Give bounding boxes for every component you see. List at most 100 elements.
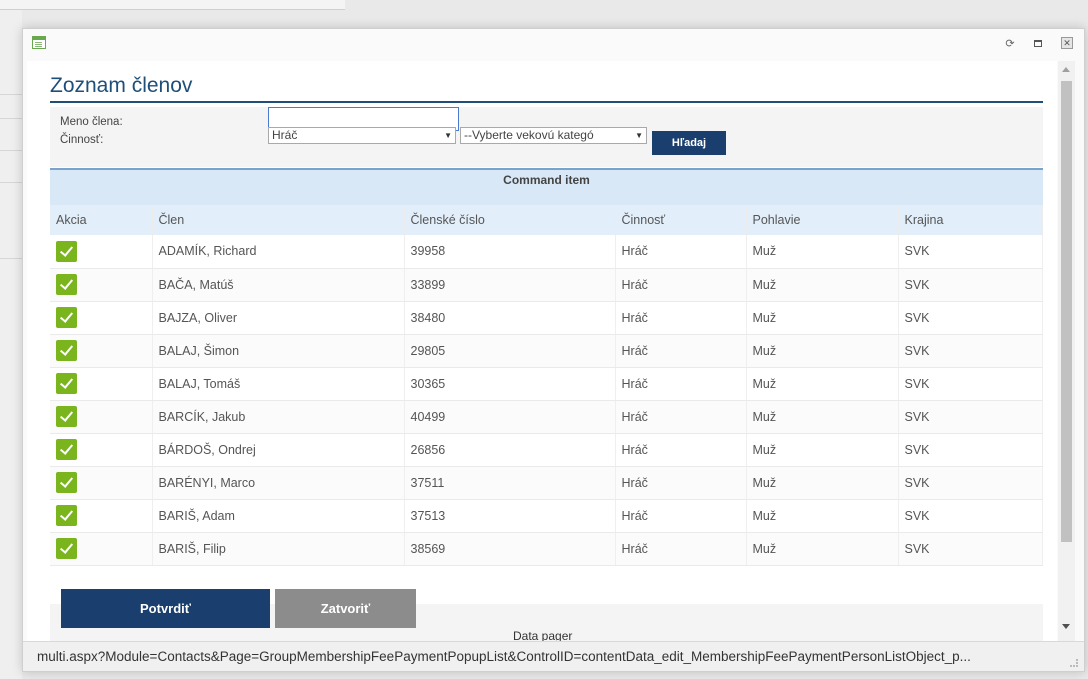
gender-cell: Muž [746,466,899,500]
member-number-cell: 37511 [404,466,616,500]
column-header-clen[interactable]: Člen [152,205,405,235]
activity-cell: Hráč [615,367,747,401]
gender-cell: Muž [746,334,899,368]
age-category-select[interactable]: --Vyberte vekovú kategó ▼ [460,127,647,144]
row-action-cell [50,301,153,335]
activity-select-value: Hráč [272,128,298,142]
table-row: BARÉNYI, Marco 37511 Hráč Muž SVK [50,466,1043,500]
activity-cell: Hráč [615,235,747,269]
activity-cell: Hráč [615,301,747,335]
popup-titlebar: ⟳ ✕ [23,29,1084,61]
search-button[interactable]: Hľadaj [652,131,726,155]
maximize-icon[interactable] [1031,37,1045,51]
activity-cell: Hráč [615,268,747,302]
filter-panel: Meno člena: Činnosť: Hráč ▼ --Vyberte ve… [50,107,1043,167]
confirm-button[interactable]: Potvrdiť [61,589,270,628]
table-row: BARIŠ, Filip 38569 Hráč Muž SVK [50,532,1043,566]
checkbox-checked-icon[interactable] [56,406,77,427]
data-pager-label: Data pager [513,629,573,641]
checkbox-checked-icon[interactable] [56,340,77,361]
reload-icon[interactable]: ⟳ [1003,37,1017,51]
member-number-cell: 29805 [404,334,616,368]
member-number-cell: 26856 [404,433,616,467]
members-table: Akcia Člen Členské číslo Činnosť Pohlavi… [50,205,1043,566]
checkbox-checked-icon[interactable] [56,472,77,493]
gender-cell: Muž [746,532,899,566]
background-app-sidebar [0,10,22,679]
row-action-cell [50,400,153,434]
member-name-cell: ADAMÍK, Richard [152,235,405,269]
checkbox-checked-icon[interactable] [56,505,77,526]
table-header-row: Akcia Člen Členské číslo Činnosť Pohlavi… [50,205,1043,235]
activity-cell: Hráč [615,334,747,368]
checkbox-checked-icon[interactable] [56,307,77,328]
country-cell: SVK [898,334,1043,368]
row-action-cell [50,466,153,500]
column-header-pohlavie[interactable]: Pohlavie [746,205,899,235]
column-header-cinnost[interactable]: Činnosť [615,205,747,235]
column-header-cislo[interactable]: Členské číslo [404,205,616,235]
activity-label: Činnosť: [60,134,104,146]
member-name-cell: BAJZA, Oliver [152,301,405,335]
country-cell: SVK [898,367,1043,401]
column-header-akcia[interactable]: Akcia [50,205,153,235]
gender-cell: Muž [746,433,899,467]
chevron-down-icon: ▼ [444,131,452,140]
gender-cell: Muž [746,367,899,401]
window-icon [32,36,46,49]
country-cell: SVK [898,499,1043,533]
member-number-cell: 30365 [404,367,616,401]
vertical-scrollbar[interactable] [1058,61,1075,641]
country-cell: SVK [898,400,1043,434]
member-number-cell: 33899 [404,268,616,302]
table-row: BAČA, Matúš 33899 Hráč Muž SVK [50,268,1043,302]
member-number-cell: 38480 [404,301,616,335]
member-name-cell: BARCÍK, Jakub [152,400,405,434]
gender-cell: Muž [746,499,899,533]
member-name-cell: BARIŠ, Filip [152,532,405,566]
background-app-strip [0,0,345,10]
close-icon[interactable]: ✕ [1061,37,1073,49]
member-name-cell: BARÉNYI, Marco [152,466,405,500]
checkbox-checked-icon[interactable] [56,538,77,559]
scrollbar-thumb[interactable] [1061,81,1072,542]
activity-cell: Hráč [615,499,747,533]
resize-grip-icon[interactable] [1070,659,1078,667]
country-cell: SVK [898,268,1043,302]
activity-cell: Hráč [615,532,747,566]
row-action-cell [50,532,153,566]
close-button[interactable]: Zatvoriť [275,589,416,628]
member-number-cell: 40499 [404,400,616,434]
chevron-down-icon: ▼ [635,131,643,140]
table-row: BAJZA, Oliver 38480 Hráč Muž SVK [50,301,1043,335]
popup-window: ⟳ ✕ Zoznam členov Meno člena: Činnosť: H… [22,28,1085,672]
table-row: BALAJ, Šimon 29805 Hráč Muž SVK [50,334,1043,368]
scroll-down-icon[interactable] [1062,624,1070,629]
column-header-krajina[interactable]: Krajina [898,205,1043,235]
activity-select[interactable]: Hráč ▼ [268,127,456,144]
checkbox-checked-icon[interactable] [56,373,77,394]
table-row: BARIŠ, Adam 37513 Hráč Muž SVK [50,499,1043,533]
gender-cell: Muž [746,235,899,269]
member-name-cell: BALAJ, Tomáš [152,367,405,401]
member-name-cell: BAČA, Matúš [152,268,405,302]
scroll-up-icon[interactable] [1062,67,1070,72]
row-action-cell [50,433,153,467]
member-name-cell: BARIŠ, Adam [152,499,405,533]
title-divider [50,101,1043,103]
checkbox-checked-icon[interactable] [56,240,77,262]
member-name-cell: BÁRDOŠ, Ondrej [152,433,405,467]
row-action-cell [50,334,153,368]
checkbox-checked-icon[interactable] [56,439,77,460]
checkbox-checked-icon[interactable] [56,274,77,295]
member-name-label: Meno člena: [60,116,123,128]
country-cell: SVK [898,301,1043,335]
gender-cell: Muž [746,301,899,335]
page-title: Zoznam členov [50,74,193,97]
table-row: ADAMÍK, Richard 39958 Hráč Muž SVK [50,235,1043,269]
age-category-select-value: --Vyberte vekovú kategó [464,128,594,142]
table-row: BALAJ, Tomáš 30365 Hráč Muž SVK [50,367,1043,401]
command-item-label: Command item [503,173,590,187]
member-name-cell: BALAJ, Šimon [152,334,405,368]
gender-cell: Muž [746,268,899,302]
